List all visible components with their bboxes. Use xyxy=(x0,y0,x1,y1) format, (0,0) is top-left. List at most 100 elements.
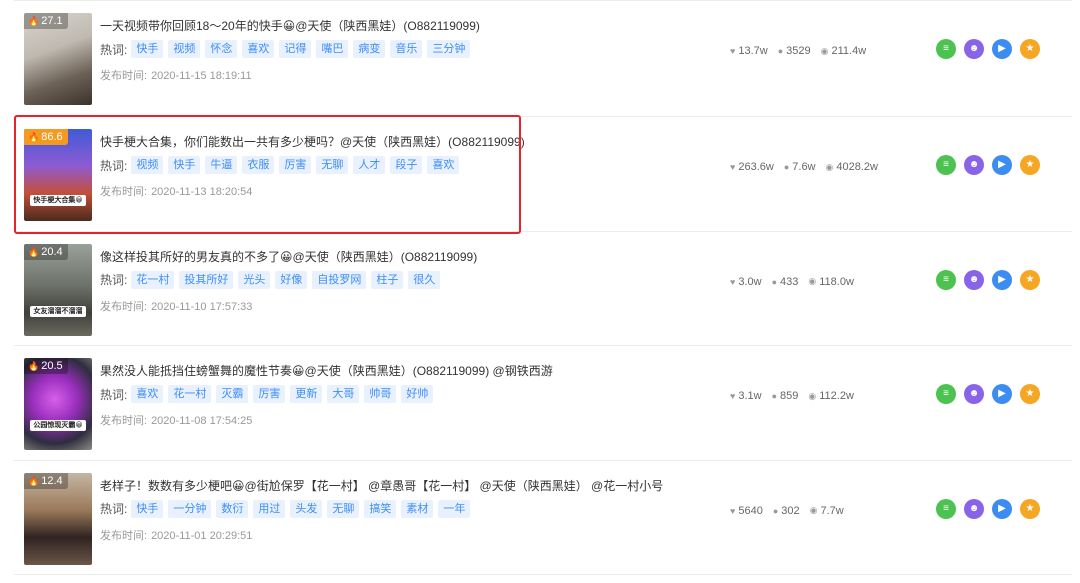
hot-word-tag[interactable]: 音乐 xyxy=(390,40,423,58)
hot-word-tag[interactable]: 一年 xyxy=(438,499,471,518)
hot-word-tag[interactable]: 喜欢 xyxy=(427,156,460,174)
hot-word-tag[interactable]: 快手 xyxy=(131,40,164,58)
video-thumbnail[interactable]: 🔥 20.5 公园惊现灭霸😀 xyxy=(24,358,92,450)
hot-word-tag[interactable]: 厉害 xyxy=(253,385,286,403)
hot-word-tag[interactable]: 记得 xyxy=(279,40,312,58)
hot-word-tag[interactable]: 无聊 xyxy=(327,499,360,518)
favorite-button[interactable]: ★ xyxy=(1020,498,1040,519)
fans-button[interactable]: ☻ xyxy=(964,498,984,519)
like-count-value: 3.1w xyxy=(738,390,762,402)
hot-word-tag[interactable]: 一分钟 xyxy=(168,499,212,518)
hot-word-tag[interactable]: 很久 xyxy=(408,270,441,289)
video-thumbnail[interactable]: 🔥 20.4 女友溜溜不溜溜 xyxy=(24,243,92,336)
video-thumbnail[interactable]: 🔥 86.6 快手梗大合集😀 xyxy=(24,129,92,221)
hot-word-tag[interactable]: 帅哥 xyxy=(364,385,397,403)
hot-word-tag[interactable]: 投其所好 xyxy=(179,270,234,289)
hot-word-tag[interactable]: 三分钟 xyxy=(427,40,471,58)
hot-word-tag[interactable]: 花一村 xyxy=(168,385,212,403)
hot-word-tag[interactable]: 喜欢 xyxy=(242,40,275,58)
video-title[interactable]: 果然没人能抵挡住螃蟹舞的魔性节奏😀@天使（陕西黑娃）(O882119099) @… xyxy=(100,362,553,379)
hot-word-tag[interactable]: 人才 xyxy=(353,156,386,174)
video-title[interactable]: 老样子！数数有多少梗吧😀@街尬保罗【花一村】 @章愚哥【花一村】 @天使（陕西黑… xyxy=(100,477,663,494)
heart-icon: ♥ xyxy=(730,391,736,401)
fans-button[interactable]: ☻ xyxy=(964,384,984,404)
comment-count: ● 433 xyxy=(772,276,799,288)
hot-word-tag[interactable]: 头发 xyxy=(290,499,323,518)
hot-word-tag[interactable]: 牛逼 xyxy=(205,156,238,174)
play-icon: ▶ xyxy=(998,388,1006,399)
play-button[interactable]: ▶ xyxy=(992,269,1012,290)
detail-button[interactable]: ≡ xyxy=(936,269,956,290)
hot-word-tag[interactable]: 花一村 xyxy=(131,270,175,289)
favorite-button[interactable]: ★ xyxy=(1020,269,1040,290)
view-count: ◉ 7.7w xyxy=(810,505,844,517)
hot-word-tag[interactable]: 视频 xyxy=(131,156,164,174)
star-icon: ★ xyxy=(1025,43,1035,54)
video-title[interactable]: 像这样投其所好的男友真的不多了😀@天使（陕西黑娃）(O882119099) xyxy=(100,248,477,265)
video-title[interactable]: 一天视频带你回顾18～20年的快手😀@天使（陕西黑娃）(O882119099) xyxy=(100,17,480,34)
heat-value: 20.4 xyxy=(41,245,63,258)
hot-word-tag[interactable]: 怀念 xyxy=(205,40,238,58)
hot-word-tag[interactable]: 搞笑 xyxy=(364,499,397,518)
play-button[interactable]: ▶ xyxy=(992,155,1012,175)
like-count-value: 263.6w xyxy=(738,161,774,173)
hot-word-tag[interactable]: 大哥 xyxy=(327,385,360,403)
hot-words: 热词: 视频 快手 牛逼 衣服 厉害 无聊 人才 段子 喜欢 xyxy=(100,156,464,174)
video-title[interactable]: 快手梗大合集，你们能数出一共有多少梗吗？@天使（陕西黑娃）(O882119099… xyxy=(100,133,525,150)
video-thumbnail[interactable]: 🔥 12.4 xyxy=(24,472,92,565)
hot-word-tag[interactable]: 光头 xyxy=(238,270,271,289)
like-count-value: 13.7w xyxy=(738,45,768,57)
hot-word-tag[interactable]: 喜欢 xyxy=(131,385,164,403)
hot-word-tag[interactable]: 快手 xyxy=(131,499,164,518)
hot-word-tag[interactable]: 段子 xyxy=(390,156,423,174)
like-count-value: 3.0w xyxy=(738,275,762,288)
eye-icon: ◉ xyxy=(808,390,817,401)
heart-icon: ♥ xyxy=(730,162,736,172)
video-stats: ♥ 3.1w ● 859 ◉ 112.2w xyxy=(730,390,864,402)
play-button[interactable]: ▶ xyxy=(992,384,1012,404)
publish-time-value: 2020-11-08 17:54:25 xyxy=(151,415,253,427)
hot-word-tag[interactable]: 更新 xyxy=(290,385,323,403)
flame-icon: 🔥 xyxy=(28,246,40,257)
hot-word-tag[interactable]: 衣服 xyxy=(242,156,275,174)
favorite-button[interactable]: ★ xyxy=(1020,155,1040,175)
hot-word-tag[interactable]: 病变 xyxy=(353,40,386,58)
favorite-button[interactable]: ★ xyxy=(1020,384,1040,404)
people-icon: ☻ xyxy=(968,159,980,170)
fans-button[interactable]: ☻ xyxy=(964,269,984,290)
hot-word-tag[interactable]: 视频 xyxy=(168,40,201,58)
hot-word-tag[interactable]: 嘴巴 xyxy=(316,40,349,58)
hot-word-tag[interactable]: 素材 xyxy=(401,499,434,518)
favorite-button[interactable]: ★ xyxy=(1020,39,1040,59)
hot-word-tag[interactable]: 无聊 xyxy=(316,156,349,174)
hot-word-tag[interactable]: 好帅 xyxy=(401,385,434,403)
publish-time-label: 发布时间: xyxy=(100,529,148,542)
hot-word-tag[interactable]: 快手 xyxy=(168,156,201,174)
hot-word-tag[interactable]: 用过 xyxy=(253,499,286,518)
hot-word-tag[interactable]: 灭霸 xyxy=(216,385,249,403)
video-list: 🔥 27.1 一天视频带你回顾18～20年的快手😀@天使（陕西黑娃）(O882119… xyxy=(14,0,1072,575)
list-icon: ≡ xyxy=(943,388,949,399)
star-icon: ★ xyxy=(1025,273,1035,285)
play-button[interactable]: ▶ xyxy=(992,498,1012,519)
video-thumbnail[interactable]: 🔥 27.1 xyxy=(24,13,92,105)
hot-words-label: 热词: xyxy=(100,502,128,516)
detail-button[interactable]: ≡ xyxy=(936,498,956,519)
hot-words-label: 热词: xyxy=(100,158,128,173)
hot-word-tag[interactable]: 厉害 xyxy=(279,156,312,174)
eye-icon: ◉ xyxy=(820,45,829,56)
comment-count-value: 433 xyxy=(780,275,799,288)
hot-word-tag[interactable]: 柱子 xyxy=(371,270,404,289)
detail-button[interactable]: ≡ xyxy=(936,155,956,175)
fans-button[interactable]: ☻ xyxy=(964,155,984,175)
play-button[interactable]: ▶ xyxy=(992,39,1012,59)
star-icon: ★ xyxy=(1025,159,1035,170)
hot-word-tag[interactable]: 数衍 xyxy=(216,499,249,518)
detail-button[interactable]: ≡ xyxy=(936,39,956,59)
publish-time-label: 发布时间: xyxy=(100,415,148,427)
fans-button[interactable]: ☻ xyxy=(964,39,984,59)
video-row: 🔥 12.4 老样子！数数有多少梗吧😀@街尬保罗【花一村】 @章愚哥【花一村】 @天… xyxy=(14,461,1072,575)
hot-word-tag[interactable]: 自投罗网 xyxy=(312,270,367,289)
hot-word-tag[interactable]: 好像 xyxy=(275,270,308,289)
detail-button[interactable]: ≡ xyxy=(936,384,956,404)
